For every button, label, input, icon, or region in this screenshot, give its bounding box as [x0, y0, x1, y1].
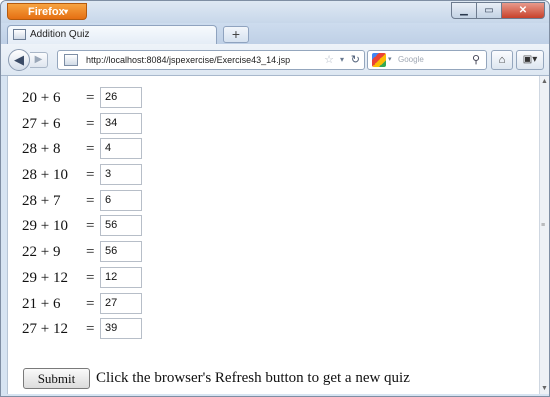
question-text: 27 + 6 — [22, 115, 61, 132]
question-text: 29 + 10 — [22, 218, 68, 235]
back-button[interactable]: ◀ — [8, 49, 30, 71]
question-text: 21 + 6 — [22, 295, 61, 312]
vertical-scrollbar[interactable]: ▲ ≡ ▼ — [539, 76, 549, 394]
answer-input[interactable]: 12 — [100, 266, 142, 288]
equals-sign: = — [86, 269, 95, 286]
page-content: 20 + 6 = 26 27 + 6 = 34 28 + 8 = 4 28 + 10 = 3 28 + … — [7, 76, 539, 394]
home-icon: ⌂ — [498, 54, 506, 66]
answer-input[interactable]: 3 — [100, 164, 142, 186]
url-history-dropdown-icon[interactable]: ▾ — [340, 51, 344, 69]
title-bar: Firefox ▾ ▁ ▭ ✕ — [1, 1, 549, 23]
question-text: 27 + 12 — [22, 321, 68, 338]
question-text: 28 + 10 — [22, 167, 68, 184]
equals-sign: = — [86, 295, 95, 312]
maximize-button[interactable]: ▭ — [477, 2, 502, 19]
close-button[interactable]: ✕ — [502, 2, 545, 19]
question-text: 28 + 8 — [22, 141, 61, 158]
chevron-down-icon: ▾ — [64, 7, 69, 16]
answer-input[interactable]: 26 — [100, 87, 142, 108]
home-button[interactable]: ⌂ — [491, 50, 513, 70]
answer-input[interactable]: 6 — [100, 189, 142, 211]
tab-strip: Addition Quiz + — [1, 23, 549, 45]
submit-button[interactable]: Submit — [23, 368, 90, 389]
minimize-button[interactable]: ▁ — [451, 2, 477, 19]
bookmark-star-icon[interactable]: ☆ — [324, 51, 334, 69]
equals-sign: = — [86, 218, 95, 235]
tab-title: Addition Quiz — [30, 29, 90, 40]
equals-sign: = — [86, 90, 95, 106]
window-controls: ▁ ▭ ✕ — [451, 2, 545, 20]
tab-addition-quiz[interactable]: Addition Quiz — [7, 25, 217, 45]
question-text: 22 + 9 — [22, 244, 61, 261]
search-engine-dropdown-icon[interactable]: ▾ — [388, 51, 392, 69]
reload-icon[interactable]: ↻ — [351, 51, 360, 69]
equals-sign: = — [86, 321, 95, 338]
navigation-toolbar: ◀ ▶ http://localhost:8084/jspexercise/Ex… — [1, 44, 549, 76]
firefox-menu-button[interactable]: Firefox ▾ — [7, 3, 87, 20]
equals-sign: = — [86, 192, 95, 209]
page-favicon-icon — [13, 29, 26, 40]
answer-input[interactable]: 56 — [100, 215, 142, 237]
equals-sign: = — [86, 167, 95, 184]
search-bar[interactable]: ▾ Google ⚲ — [367, 50, 487, 70]
question-text: 20 + 6 — [22, 90, 61, 106]
bookmarks-menu-button[interactable]: ▣▾ — [516, 50, 544, 70]
search-placeholder: Google — [398, 55, 424, 64]
firefox-menu-label: Firefox — [28, 6, 65, 18]
url-text[interactable]: http://localhost:8084/jspexercise/Exerci… — [86, 51, 290, 69]
answer-input[interactable]: 27 — [100, 292, 142, 314]
answer-input[interactable]: 4 — [100, 138, 142, 160]
scroll-down-icon[interactable]: ▼ — [541, 385, 548, 392]
arrow-left-icon: ◀ — [14, 52, 24, 67]
forward-button[interactable]: ▶ — [30, 52, 48, 68]
scroll-up-icon[interactable]: ▲ — [541, 78, 548, 85]
question-text: 29 + 12 — [22, 269, 68, 286]
site-identity-icon — [64, 54, 78, 66]
google-engine-icon[interactable] — [372, 53, 386, 67]
new-tab-button[interactable]: + — [223, 26, 249, 43]
search-icon[interactable]: ⚲ — [472, 51, 480, 69]
question-text: 28 + 7 — [22, 192, 61, 209]
answer-input[interactable]: 56 — [100, 241, 142, 263]
equals-sign: = — [86, 244, 95, 261]
instructions-text: Click the browser's Refresh button to ge… — [96, 370, 410, 386]
plus-icon: + — [231, 26, 241, 42]
bookmarks-icon: ▣▾ — [522, 54, 538, 65]
answer-input[interactable]: 39 — [100, 318, 142, 340]
browser-window: Firefox ▾ ▁ ▭ ✕ Addition Quiz + ◀ ▶ http… — [0, 0, 550, 397]
equals-sign: = — [86, 115, 95, 132]
scroll-grip-icon[interactable]: ≡ — [541, 222, 545, 229]
address-bar[interactable]: http://localhost:8084/jspexercise/Exerci… — [57, 50, 365, 70]
equals-sign: = — [86, 141, 95, 158]
arrow-right-icon: ▶ — [34, 54, 43, 65]
answer-input[interactable]: 34 — [100, 112, 142, 134]
